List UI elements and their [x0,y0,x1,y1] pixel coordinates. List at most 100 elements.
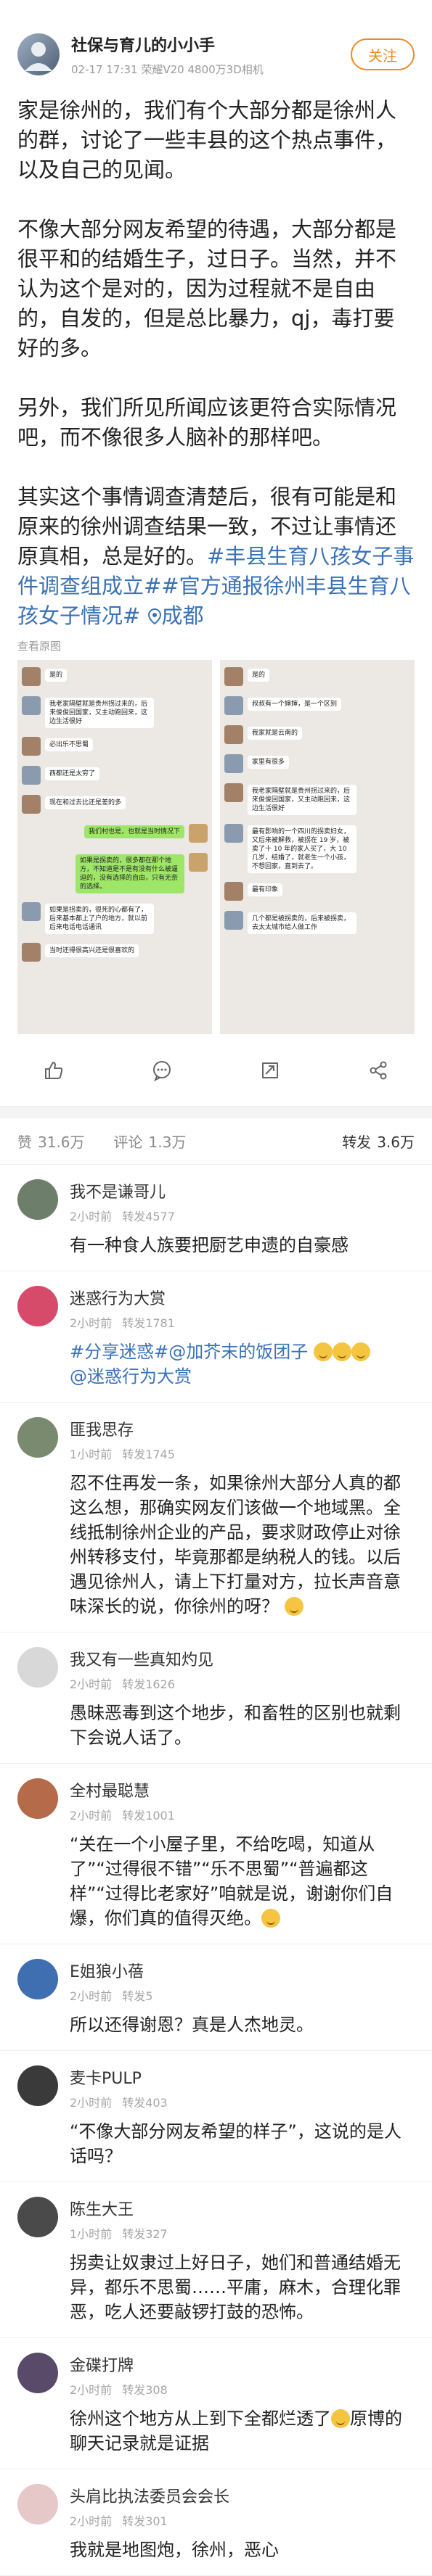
hashtag-link[interactable]: #分享迷惑# [70,1342,168,1362]
list-item[interactable]: 金碟打牌 2小时前 转发308 徐州这个地方从上到下全都烂透了 原博的聊天记录就是证… [0,2338,432,2469]
crying-emoji-icon [331,2409,350,2428]
commenter-name[interactable]: 金碟打牌 [70,2353,415,2376]
mention-link[interactable]: @迷惑行为大赏 [70,1366,192,1387]
chat-message: 是的 [248,669,270,682]
list-item[interactable]: 匪我思存 1小时前 转发1745 忍不住再发一条，如果徐州大部分人真的都这么想，那… [0,1403,432,1632]
chat-screenshot-right[interactable]: 是的 叔叔有一个婶婶，是一个区别 我家就是云南的 家里有很多 我老家隔壁就是贵州拐过来的… [220,660,415,1034]
laughing-emoji-icon [332,1342,351,1361]
comment-reposts: 转发5 [122,1989,153,2003]
avatar[interactable] [17,2484,58,2525]
comment-meta: 2小时前 转发4577 [70,1207,415,1224]
chat-message: 西都还是太穷了 [45,767,100,780]
comment-icon[interactable] [147,1056,176,1085]
tab-likes-label: 赞 [17,1134,32,1151]
chat-message: 如果是拐卖的，很死的心都有了，后来基本都上了户的地方，就以前后来电话电话通讯 [45,904,154,934]
comment-meta: 2小时前 转发5 [70,1986,415,2004]
follow-button[interactable]: 关注 [351,38,415,70]
comment-time: 2小时前 [70,1210,113,1223]
post-action-bar [0,1034,432,1107]
comment-time: 1小时前 [70,2227,113,2241]
chat-message: 我老家隔壁就是贵州拐过来的，后来俊俊回国家，又主动跑回来，这边生活很好 [45,698,154,728]
chat-avatar [22,696,41,715]
mention-link[interactable]: @加芥末的饭团子 [168,1342,314,1362]
view-original-image-link[interactable]: 查看原图 [0,631,432,660]
chat-avatar [189,824,208,843]
tab-comments[interactable]: 评论 1.3万 [114,1131,187,1152]
avatar[interactable] [17,2353,58,2393]
repost-icon[interactable] [256,1056,285,1085]
thumb-up-icon[interactable] [39,1056,68,1085]
list-item[interactable]: E姐狼小蓓 2小时前 转发5 所以还得谢恩？真是人杰地灵。 [0,1944,432,2051]
comment-meta: 2小时前 转发1626 [70,1675,415,1692]
comment-reposts: 转发1626 [122,1677,175,1691]
tab-likes[interactable]: 赞 31.6万 [17,1131,85,1152]
avatar[interactable] [17,1647,58,1688]
comment-text-body: 徐州这个地方从上到下全都烂透了 [70,2408,331,2429]
comment-time: 2小时前 [70,2383,113,2397]
avatar[interactable] [17,1959,58,1999]
comment-text: 徐州这个地方从上到下全都烂透了 原博的聊天记录就是证据 [70,2406,415,2456]
list-item[interactable]: 麦卡PULP 2小时前 转发403 “不像大部分网友希望的样子”，这说的是人话吗？ [0,2051,432,2182]
chat-avatar [22,902,41,921]
comment-reposts: 转发308 [122,2383,168,2397]
post-images: 是的我老家隔壁就是贵州拐过来的，后来俊俊回国家，又主动跑回来，这边生活很好必出乐… [0,660,432,1034]
list-item[interactable]: 我又有一些真知灼见 2小时前 转发1626 愚昧恶毒到这个地步，和畜牲的区别也就剩… [0,1632,432,1764]
author-avatar[interactable] [17,33,60,75]
list-item[interactable]: 迷惑行为大赏 2小时前 转发1781 #分享迷惑#@加芥末的饭团子 @迷惑行为大赏 [0,1271,432,1403]
list-item[interactable]: 全村最聪慧 2小时前 转发1001 “关在一个小屋子里，不给吃喝，知道从了”“过得… [0,1764,432,1944]
comment-reposts: 转发327 [122,2227,168,2241]
post-paragraph-3: 另外，我们所见所闻应该更符合实际情况吧，而不像很多人脑补的那样吧。 [17,395,397,450]
commenter-name[interactable]: 全村最聪慧 [70,1778,415,1801]
tab-reposts[interactable]: 转发 3.6万 [342,1131,415,1152]
chat-message: 现在和过去比还是差的多 [45,796,126,809]
comment-text: 拐卖让奴隶过上好日子，她们和普通结婚无异，都乐不思蜀……平庸，麻木，合理化罪恶，… [70,2253,401,2322]
chat-avatar [189,853,208,872]
chat-message: 我家就是云南的 [248,727,303,740]
chat-message: 必出乐不思蜀 [45,738,94,751]
chat-message: 是的 [45,669,68,682]
chat-avatar [224,783,243,802]
post-device: 荣耀V20 4800万3D相机 [141,62,264,76]
comment-time: 2小时前 [70,1316,113,1330]
post-meta: 02-17 17:31 荣耀V20 4800万3D相机 [71,62,351,77]
chat-avatar [22,667,41,686]
comment-time: 2小时前 [70,2514,113,2528]
chat-message: 家里有很多 [248,756,290,769]
chat-avatar [224,911,243,930]
weibo-post-page: 社保与育儿的小小手 02-17 17:31 荣耀V20 4800万3D相机 关注… [0,0,432,2576]
avatar[interactable] [17,1179,58,1220]
avatar[interactable] [17,1778,58,1819]
commenter-name[interactable]: 陈生大王 [70,2197,415,2220]
share-icon[interactable] [364,1056,393,1085]
chat-avatar [224,882,243,901]
avatar[interactable] [17,1417,58,1458]
author-block: 社保与育儿的小小手 02-17 17:31 荣耀V20 4800万3D相机 [71,33,351,77]
comment-text: #分享迷惑#@加芥末的饭团子 @迷惑行为大赏 [70,1339,415,1389]
avatar[interactable] [17,2065,58,2106]
chat-screenshot-left[interactable]: 是的我老家隔壁就是贵州拐过来的，后来俊俊回国家，又主动跑回来，这边生活很好必出乐… [17,660,212,1034]
avatar[interactable] [17,2197,58,2237]
author-name[interactable]: 社保与育儿的小小手 [71,33,351,56]
commenter-name[interactable]: 我又有一些真知灼见 [70,1647,415,1670]
commenter-name[interactable]: 匪我思存 [70,1417,415,1440]
post-paragraph-2: 不像大部分网友希望的待遇，大部分都是很平和的结婚生子，过日子。当然，并不认为这个… [17,217,397,360]
commenter-name[interactable]: 麦卡PULP [70,2065,415,2089]
list-item[interactable]: 陈生大王 1小时前 转发327 拐卖让奴隶过上好日子，她们和普通结婚无异，都乐不思… [0,2182,432,2338]
list-item[interactable]: 我不是谦哥儿 2小时前 转发4577 有一种食人族要把厨艺申遗的自豪感 [0,1165,432,1271]
commenter-name[interactable]: 我不是谦哥儿 [70,1179,415,1202]
chat-avatar [224,754,243,773]
location-link[interactable]: 成都 [147,603,204,628]
commenter-name[interactable]: 迷惑行为大赏 [70,1286,415,1309]
chat-message: 我们村也是，也就是当时情况下 [83,825,184,838]
comment-meta: 1小时前 转发1745 [70,1445,415,1462]
comment-reposts: 转发1781 [122,1316,175,1330]
comment-meta: 2小时前 转发1001 [70,1806,415,1823]
comment-reposts: 转发301 [122,2514,168,2528]
commenter-name[interactable]: E姐狼小蓓 [70,1959,415,1982]
avatar[interactable] [17,1286,58,1326]
chat-message: 如果是拐卖的，很多都在那个地方，不知道是不是有没有什么被逼迫的，没有选择的自由，… [76,854,184,893]
list-item[interactable]: 头肩比执法委员会会长 2小时前 转发301 我就是地图炮，徐州，恶心 [0,2469,432,2576]
post-body: 家是徐州的，我们有个大部分都是徐州人的群，讨论了一些丰县的这个热点事件，以及自己… [0,80,432,631]
comment-reposts: 转发1745 [122,1448,175,1461]
commenter-name[interactable]: 头肩比执法委员会会长 [70,2484,415,2507]
